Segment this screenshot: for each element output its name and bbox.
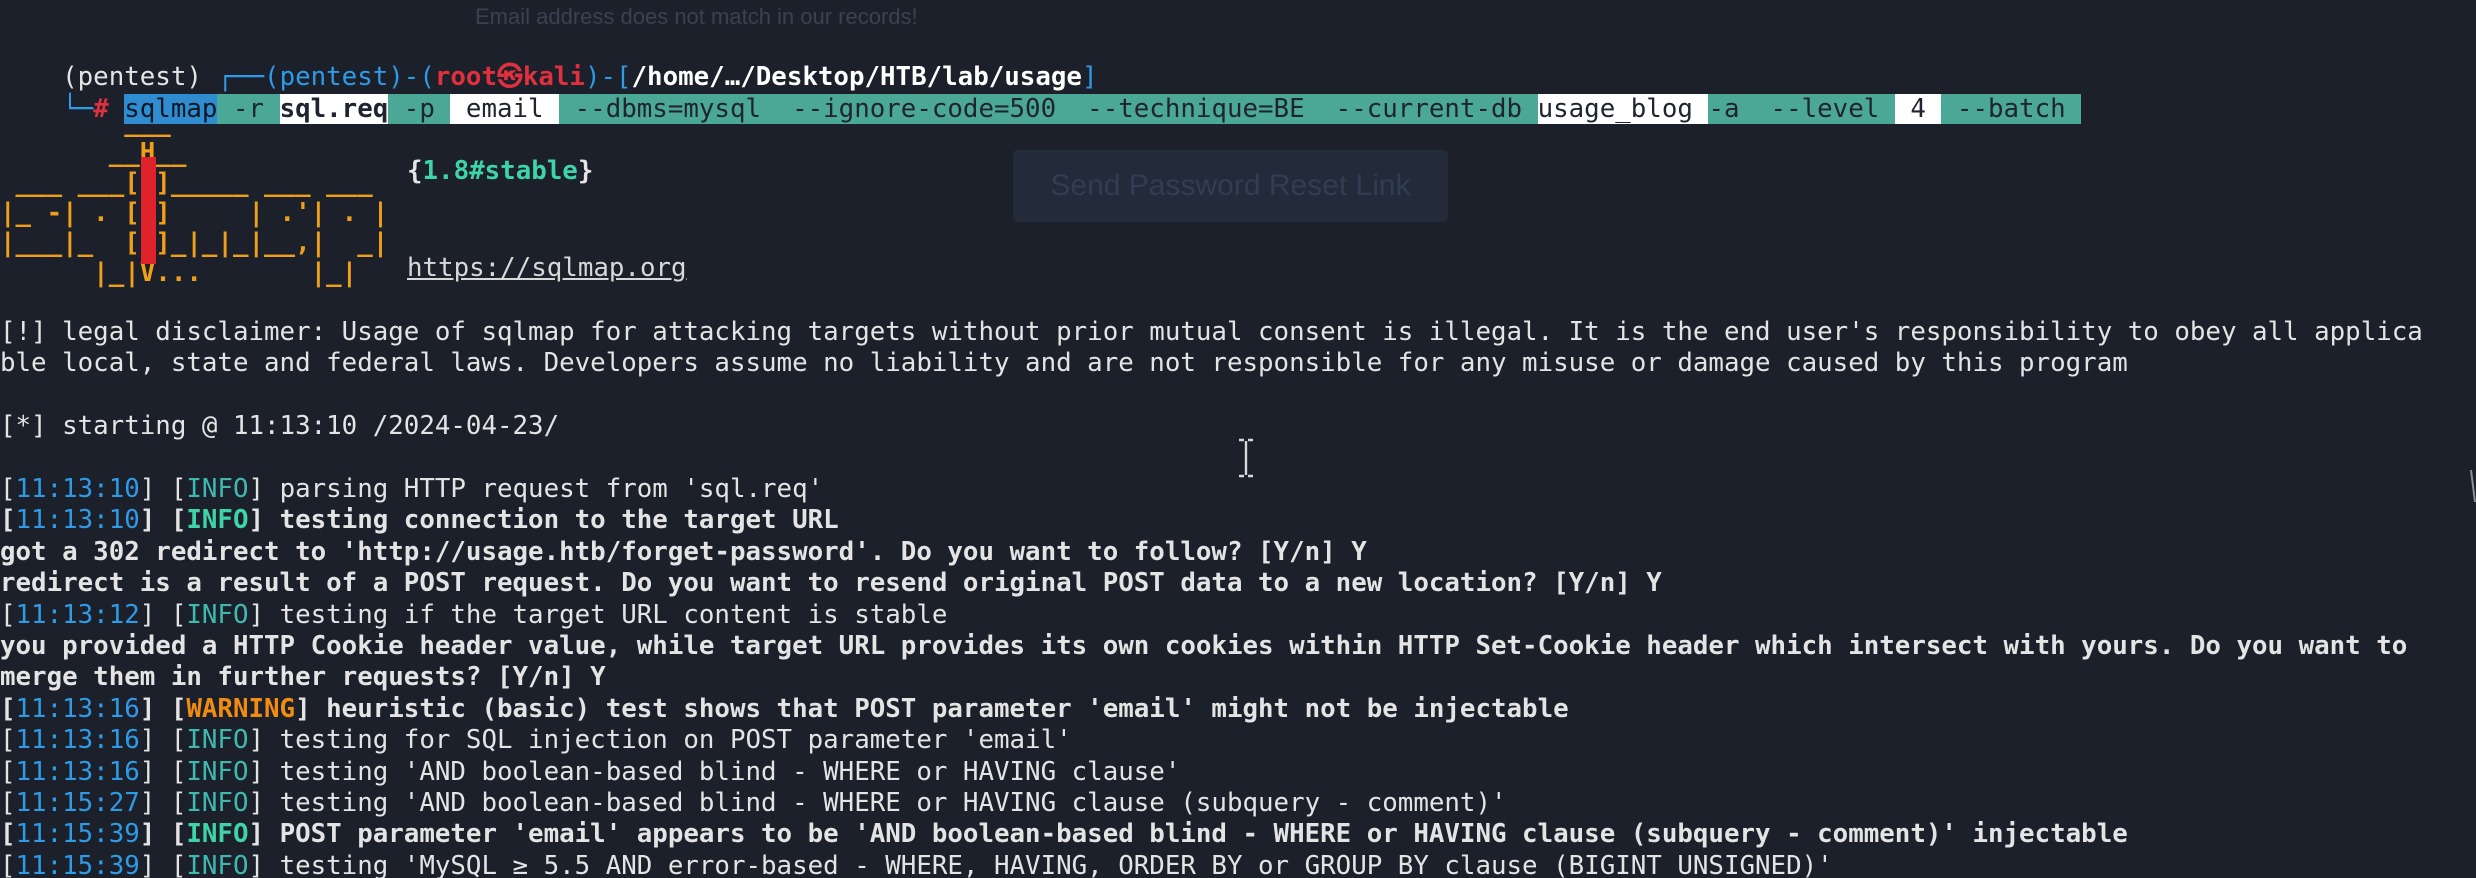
log-message: testing if the target URL content is sta… xyxy=(279,599,948,630)
log-line: got a 302 redirect to 'http://usage.htb/… xyxy=(0,536,1367,567)
log-line: [11:15:27] [INFO] testing 'AND boolean-b… xyxy=(0,788,1507,818)
log-timestamp: 11:15:27 xyxy=(15,788,140,818)
background-reset-button: Send Password Reset Link xyxy=(1013,150,1448,222)
logo-injection-bar xyxy=(141,157,156,264)
log-timestamp: 11:13:10 xyxy=(15,474,140,504)
log-timestamp: 11:13:16 xyxy=(15,693,140,724)
log-line: redirect is a result of a POST request. … xyxy=(0,568,1662,599)
log-level: INFO xyxy=(186,756,249,787)
log-timestamp: 11:13:16 xyxy=(15,756,140,787)
disclaimer-line-2: ble local, state and federal laws. Devel… xyxy=(0,348,2128,378)
log-timestamp: 11:13:12 xyxy=(15,599,140,630)
log-line: [11:13:10] [INFO] testing connection to … xyxy=(0,505,839,536)
sqlmap-url-link[interactable]: https://sqlmap.org xyxy=(407,253,687,284)
command-segment: --level xyxy=(1755,94,1895,124)
version-number: 1.8#stable xyxy=(422,156,578,186)
command-segment: email xyxy=(450,94,560,124)
command-segment: --ignore-code=500 xyxy=(776,94,1072,124)
command-segment: usage_blog xyxy=(1537,94,1709,124)
command-segment: --batch xyxy=(1941,94,2082,124)
log-line: [11:15:39] [INFO] POST parameter 'email'… xyxy=(0,819,2128,850)
log-line: [11:13:12] [INFO] testing if the target … xyxy=(0,599,948,630)
sqlmap-logo: ___ __H__ ___ ___["]_____ ___ ___ |_ -| … xyxy=(0,108,390,288)
log-message: testing connection to the target URL xyxy=(279,505,839,536)
command-segment: -a xyxy=(1708,94,1756,124)
log-level: INFO xyxy=(186,474,249,504)
command-text[interactable]: sqlmap -r sql.req -p email --dbms=mysql … xyxy=(124,94,2082,124)
log-message: testing 'MySQL ≥ 5.5 AND error-based - W… xyxy=(279,850,1833,878)
log-line: [11:13:16] [INFO] testing 'AND boolean-b… xyxy=(0,756,1181,787)
log-timestamp: 11:15:39 xyxy=(15,850,140,878)
disclaimer-line-1: [!] legal disclaimer: Usage of sqlmap fo… xyxy=(0,317,2423,347)
log-message: POST parameter 'email' appears to be 'AN… xyxy=(279,819,2128,850)
command-line[interactable]: └─# sqlmap -r sql.req -p email --dbms=my… xyxy=(0,63,2082,124)
log-level: INFO xyxy=(186,505,249,536)
log-level: INFO xyxy=(186,599,249,630)
log-line: [11:13:16] [INFO] testing for SQL inject… xyxy=(0,725,1072,756)
log-line: [11:13:10] [INFO] parsing HTTP request f… xyxy=(0,474,824,504)
logo-ascii-art: ___ __H__ ___ ___["]_____ ___ ___ |_ -| … xyxy=(0,108,389,288)
command-segment: --current-db xyxy=(1320,94,1538,124)
log-level: WARNING xyxy=(186,693,296,724)
log-message: testing 'AND boolean-based blind - WHERE… xyxy=(279,756,1181,787)
window-edge-mark xyxy=(2470,469,2476,503)
log-timestamp: 11:15:39 xyxy=(15,819,140,850)
command-segment: 4 xyxy=(1894,94,1942,124)
text-cursor-icon xyxy=(1239,438,1253,478)
starting-line: [*] starting @ 11:13:10 /2024-04-23/ xyxy=(0,411,560,441)
log-message: testing for SQL injection on POST parame… xyxy=(279,725,1072,756)
log-level: INFO xyxy=(186,850,249,878)
prompt-line: (pentest) ┌──(pentest)-(root㉿kali)-[/hom… xyxy=(0,31,1097,92)
log-level: INFO xyxy=(186,819,249,850)
terminal-window[interactable]: Email address does not match in our reco… xyxy=(0,0,2476,878)
log-message: testing 'AND boolean-based blind - WHERE… xyxy=(279,788,1507,818)
log-line: you provided a HTTP Cookie header value,… xyxy=(0,631,2408,661)
log-message: heuristic (basic) test shows that POST p… xyxy=(326,693,1569,724)
log-timestamp: 11:13:16 xyxy=(15,725,140,756)
log-level: INFO xyxy=(186,725,249,756)
command-segment: -p xyxy=(388,94,451,124)
log-level: INFO xyxy=(186,788,249,818)
log-line: merge them in further requests? [Y/n] Y xyxy=(0,662,606,693)
background-error-text: Email address does not match in our reco… xyxy=(475,4,918,29)
log-line: [11:15:39] [INFO] testing 'MySQL ≥ 5.5 A… xyxy=(0,851,1833,878)
command-segment: --dbms=mysql xyxy=(559,94,777,124)
log-line: [11:13:16] [WARNING] heuristic (basic) t… xyxy=(0,693,1569,724)
sqlmap-version: {1.8#stable} xyxy=(407,156,594,186)
log-timestamp: 11:13:10 xyxy=(15,505,140,536)
log-message: parsing HTTP request from 'sql.req' xyxy=(279,474,824,504)
command-segment: --technique=BE xyxy=(1071,94,1321,124)
